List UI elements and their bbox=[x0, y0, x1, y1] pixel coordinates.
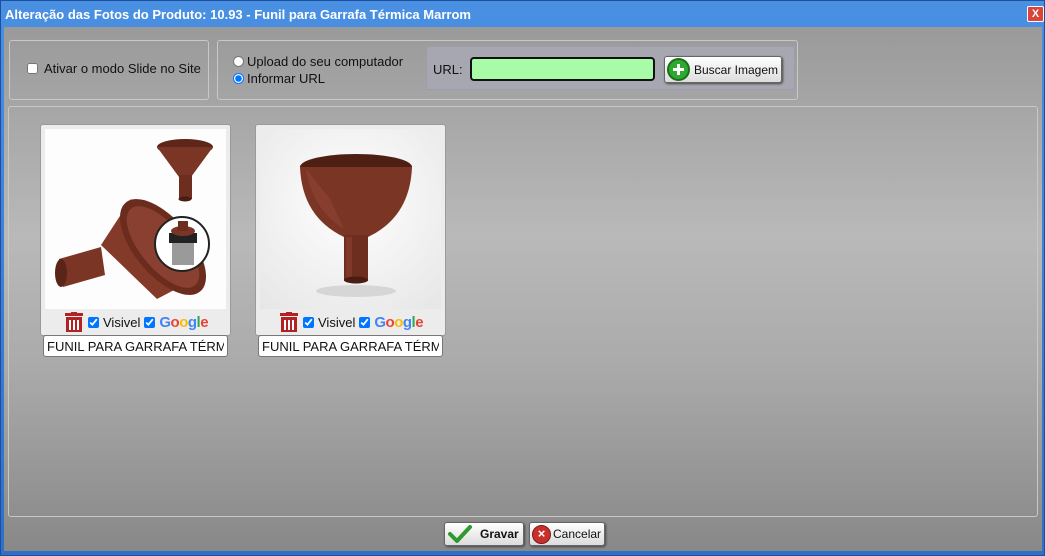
search-image-button[interactable]: Buscar Imagem bbox=[664, 56, 782, 83]
slide-mode-panel: Ativar o modo Slide no Site bbox=[9, 40, 209, 100]
add-icon bbox=[667, 58, 690, 81]
upload-computer-option[interactable]: Upload do seu computador bbox=[233, 54, 403, 69]
visible-checkbox[interactable] bbox=[88, 316, 99, 328]
photo-caption-input[interactable] bbox=[43, 335, 228, 357]
visible-label: Visivel bbox=[318, 314, 356, 330]
visible-label: Visivel bbox=[103, 314, 141, 330]
product-photo[interactable] bbox=[260, 129, 441, 309]
upload-computer-label: Upload do seu computador bbox=[247, 54, 404, 69]
slide-mode-option[interactable]: Ativar o modo Slide no Site bbox=[27, 61, 201, 76]
product-photo[interactable] bbox=[45, 129, 226, 309]
photos-area: Visivel Google FUNIL PARA GARRAFA TÉRMIC… bbox=[8, 106, 1038, 517]
dialog-title: Alteração das Fotos do Produto: 10.93 - … bbox=[5, 7, 471, 22]
upload-url-label: Informar URL bbox=[247, 71, 326, 86]
slide-mode-label: Ativar o modo Slide no Site bbox=[44, 61, 201, 76]
photo-card: Visivel Google bbox=[40, 124, 231, 336]
dialog-content: Ativar o modo Slide no Site Upload do se… bbox=[4, 27, 1042, 551]
dialog-window: Alteração das Fotos do Produto: 10.93 - … bbox=[0, 0, 1045, 556]
dialog-title-bar: Alteração das Fotos do Produto: 10.93 - … bbox=[1, 1, 1045, 27]
visible-checkbox[interactable] bbox=[303, 316, 314, 328]
upload-computer-radio[interactable] bbox=[233, 56, 244, 67]
url-input[interactable] bbox=[470, 57, 655, 81]
url-panel: URL: Buscar Imagem bbox=[426, 46, 795, 90]
google-checkbox[interactable] bbox=[144, 316, 156, 328]
upload-panel: Upload do seu computador Informar URL UR… bbox=[217, 40, 798, 100]
photo-actions: Visivel Google bbox=[64, 311, 209, 333]
save-label: Gravar bbox=[480, 527, 519, 541]
cancel-button[interactable]: × Cancelar bbox=[529, 522, 605, 546]
close-button[interactable]: X bbox=[1027, 6, 1044, 22]
google-logo-icon: Google bbox=[374, 313, 424, 331]
trash-icon[interactable] bbox=[279, 311, 299, 333]
upload-url-radio[interactable] bbox=[233, 73, 244, 84]
photo-caption-input[interactable] bbox=[258, 335, 443, 357]
google-logo-icon: Google bbox=[159, 313, 209, 331]
upload-url-option[interactable]: Informar URL bbox=[233, 71, 325, 86]
search-image-label: Buscar Imagem bbox=[694, 62, 779, 77]
photo-actions: Visivel Google bbox=[279, 311, 424, 333]
save-button[interactable]: Gravar bbox=[444, 522, 524, 546]
check-icon bbox=[448, 525, 472, 543]
google-checkbox[interactable] bbox=[359, 316, 371, 328]
trash-icon[interactable] bbox=[64, 311, 84, 333]
cancel-icon: × bbox=[532, 524, 551, 544]
cancel-label: Cancelar bbox=[553, 527, 602, 541]
photo-card: Visivel Google bbox=[255, 124, 446, 336]
url-label: URL: bbox=[433, 62, 463, 77]
slide-mode-checkbox[interactable] bbox=[27, 63, 38, 74]
